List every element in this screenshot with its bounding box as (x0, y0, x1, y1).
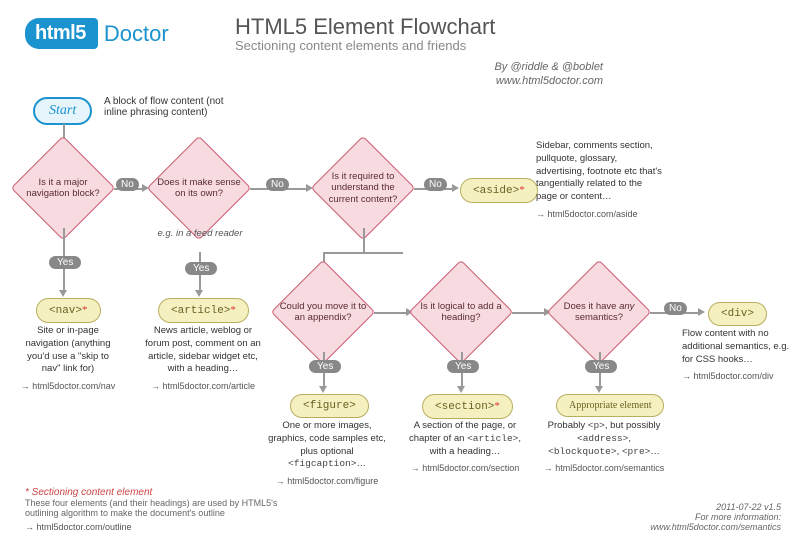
byline-authors: By @riddle & @boblet (494, 60, 603, 74)
edge-no: No (424, 178, 447, 191)
result-nav-desc: Site or in-page navigation (anything you… (18, 325, 118, 392)
edge-yes: Yes (185, 262, 217, 275)
result-article-desc: News article, weblog or forum post, comm… (144, 325, 262, 392)
edge-yes: Yes (49, 256, 81, 269)
edge-yes: Yes (309, 360, 341, 373)
result-section-desc: A section of the page, or chapter of an … (406, 420, 524, 475)
result-div: <div> (708, 302, 767, 326)
edge-yes: Yes (447, 360, 479, 373)
decision-own: Does it make sense on its own? (147, 148, 251, 228)
arrow-head-icon (457, 386, 465, 393)
result-aside-desc: Sidebar, comments section, pullquote, gl… (536, 140, 662, 220)
logo-badge: html5 (25, 18, 98, 49)
arrow (323, 252, 403, 254)
result-appropriate: Appropriate element (556, 394, 664, 417)
page-title-block: HTML5 Element Flowchart Sectioning conte… (235, 14, 495, 53)
arrow-head-icon (59, 290, 67, 297)
arrow-head-icon (195, 290, 203, 297)
footnote-sectioning: * Sectioning content element These four … (25, 487, 285, 532)
arrow-head-icon (319, 386, 327, 393)
start-node: Start (33, 97, 92, 125)
edge-yes: Yes (585, 360, 617, 373)
page-subtitle: Sectioning content elements and friends (235, 38, 495, 53)
footer-meta: 2011-07-22 v1.5 For more information: ww… (650, 502, 781, 532)
result-div-desc: Flow content with no additional semantic… (682, 328, 792, 383)
logo-doctor: Doctor (104, 21, 169, 47)
edge-no: No (266, 178, 289, 191)
decision-appendix: Could you move it to an appendix? (271, 272, 375, 352)
arrow (363, 228, 365, 252)
decision-own-hint: e.g. in a feed reader (155, 228, 245, 239)
arrow-head-icon (452, 184, 459, 192)
page-title: HTML5 Element Flowchart (235, 14, 495, 40)
arrow (374, 312, 408, 314)
result-appropriate-desc: Probably <p>, but possibly <address>, <b… (542, 420, 666, 475)
result-nav: <nav>* (36, 298, 101, 323)
arrow-head-icon (698, 308, 705, 316)
decision-heading: Is it logical to add a heading? (409, 272, 513, 352)
start-desc: A block of flow content (not inline phra… (104, 96, 244, 118)
decision-semantics: Does it have any semantics? (547, 272, 651, 352)
decision-nav: Is it a major navigation block? (11, 148, 115, 228)
result-section: <section>* (422, 394, 513, 419)
result-figure-desc: One or more images, graphics, code sampl… (268, 420, 386, 487)
result-aside: <aside>* (460, 178, 538, 203)
result-figure: <figure> (290, 394, 369, 418)
edge-no: No (664, 302, 687, 315)
arrow-head-icon (595, 386, 603, 393)
byline-url: www.html5doctor.com (494, 74, 603, 88)
edge-no: No (116, 178, 139, 191)
result-article: <article>* (158, 298, 249, 323)
decision-required: Is it required to understand the current… (311, 148, 415, 228)
arrow (512, 312, 546, 314)
logo: html5 Doctor (25, 18, 169, 49)
byline: By @riddle & @boblet www.html5doctor.com (494, 60, 603, 89)
